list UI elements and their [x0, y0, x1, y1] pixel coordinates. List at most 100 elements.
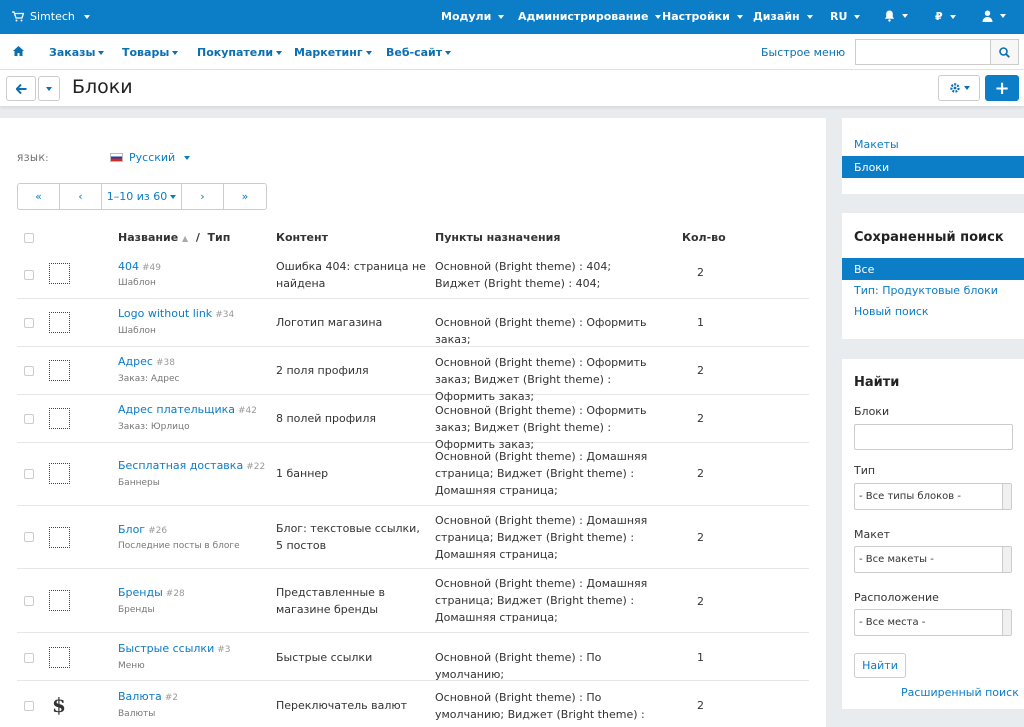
chevron-down-icon	[184, 155, 191, 160]
sidebar-item-blocks[interactable]: Блоки	[842, 156, 1024, 178]
block-name[interactable]: Валюта #2	[118, 690, 178, 703]
menu-administration-label: Администрирование	[518, 10, 649, 23]
block-name-link[interactable]: Адрес	[118, 355, 153, 368]
block-name-link[interactable]: 404	[118, 260, 139, 273]
select-arrow-icon	[1002, 484, 1011, 509]
search-button[interactable]	[991, 39, 1019, 65]
nav-website[interactable]: Веб-сайт	[386, 46, 452, 59]
nav-orders[interactable]: Заказы	[49, 46, 105, 59]
block-content: Ошибка 404: страница не найдена	[276, 260, 426, 290]
nav-website-label: Веб-сайт	[386, 46, 443, 59]
block-name[interactable]: Блог #26	[118, 523, 167, 536]
saved-search-product-blocks[interactable]: Тип: Продуктовые блоки	[854, 284, 998, 297]
block-count: 1	[697, 316, 704, 329]
block-id: #34	[215, 310, 235, 320]
language-selector[interactable]: Русский	[110, 151, 191, 164]
chevron-down-icon	[445, 50, 452, 55]
row-checkbox[interactable]	[24, 532, 34, 542]
column-type-label[interactable]: Тип	[208, 231, 231, 244]
block-destinations: Основной (Bright theme) : Оформить заказ…	[435, 316, 647, 346]
add-block-button[interactable]: +	[985, 75, 1019, 101]
block-name[interactable]: Быстрые ссылки #3	[118, 642, 231, 655]
block-name-link[interactable]: Бесплатная доставка	[118, 459, 243, 472]
block-type: Заказ: Юрлицо	[118, 422, 190, 432]
row-checkbox[interactable]	[24, 596, 34, 606]
user-menu[interactable]	[982, 10, 1006, 22]
currency-menu[interactable]: ₽	[935, 10, 956, 23]
sidebar-item-layouts[interactable]: Макеты	[854, 138, 899, 151]
nav-marketing[interactable]: Маркетинг	[294, 46, 372, 59]
advanced-search-link[interactable]: Расширенный поиск	[901, 686, 1019, 699]
block-name[interactable]: Адрес #38	[118, 355, 175, 368]
chevron-down-icon	[854, 14, 861, 19]
saved-search-new[interactable]: Новый поиск	[854, 305, 929, 318]
language-menu[interactable]: RU	[830, 10, 861, 23]
row-checkbox[interactable]	[24, 469, 34, 479]
table-row: Быстрые ссылки #3 Меню Быстрые ссылки Осн…	[17, 633, 809, 681]
table-row: Бесплатная доставка #22 Баннеры 1 баннер …	[17, 443, 809, 506]
title-bar: Блоки +	[0, 70, 1024, 106]
nav-customers-label: Покупатели	[197, 46, 274, 59]
find-button[interactable]: Найти	[854, 653, 906, 678]
column-header-name[interactable]: Название ▲ / Тип	[118, 231, 230, 244]
menu-administration[interactable]: Администрирование	[518, 10, 662, 23]
block-name-link[interactable]: Валюта	[118, 690, 162, 703]
gear-icon	[949, 83, 960, 93]
block-name-link[interactable]: Адрес плательщика	[118, 403, 235, 416]
column-name-label: Название	[118, 231, 179, 244]
chevron-down-icon	[963, 86, 970, 90]
blocks-search-input[interactable]	[854, 424, 1013, 450]
row-checkbox[interactable]	[24, 270, 34, 280]
quick-menu-link[interactable]: Быстрое меню	[761, 46, 845, 59]
menu-modules-label: Модули	[441, 10, 492, 23]
russia-flag-icon	[110, 153, 123, 162]
home-button[interactable]	[13, 46, 24, 56]
last-page-button[interactable]: »	[224, 184, 266, 209]
settings-dropdown-button[interactable]	[938, 75, 980, 101]
row-checkbox[interactable]	[24, 366, 34, 376]
type-select[interactable]: - Все типы блоков -	[854, 483, 1012, 510]
history-dropdown-button[interactable]	[38, 76, 60, 101]
next-page-button[interactable]: ›	[182, 184, 224, 209]
block-name[interactable]: Бренды #28	[118, 586, 185, 599]
block-name-link[interactable]: Бренды	[118, 586, 163, 599]
saved-search-all[interactable]: Все	[842, 258, 1024, 280]
search-input[interactable]	[855, 39, 991, 65]
select-all-checkbox[interactable]	[24, 233, 34, 243]
currency-symbol: ₽	[935, 10, 943, 23]
menu-modules[interactable]: Модули	[441, 10, 505, 23]
notifications-menu[interactable]	[884, 10, 908, 22]
chevron-down-icon	[98, 50, 105, 55]
block-name[interactable]: Бесплатная доставка #22	[118, 459, 265, 472]
store-switcher[interactable]: Simtech	[12, 10, 90, 23]
back-button[interactable]	[6, 76, 36, 101]
row-checkbox[interactable]	[24, 653, 34, 663]
page-range-dropdown[interactable]: 1–10 из 60	[102, 184, 182, 209]
row-checkbox[interactable]	[24, 318, 34, 328]
menu-settings[interactable]: Настройки	[662, 10, 743, 23]
nav-products[interactable]: Товары	[122, 46, 179, 59]
block-content: 8 полей профиля	[276, 412, 376, 425]
layout-select[interactable]: - Все макеты -	[854, 546, 1012, 573]
pagination: « ‹ 1–10 из 60 › »	[17, 183, 267, 210]
block-name-link[interactable]: Блог	[118, 523, 145, 536]
block-name[interactable]: Адрес плательщика #42	[118, 403, 257, 416]
block-name-link[interactable]: Logo without link	[118, 307, 212, 320]
block-name[interactable]: 404 #49	[118, 260, 161, 273]
block-name[interactable]: Logo without link #34	[118, 307, 234, 320]
row-checkbox[interactable]	[24, 701, 34, 711]
block-template-icon	[49, 312, 70, 333]
location-select[interactable]: - Все места -	[854, 609, 1012, 636]
find-title: Найти	[854, 375, 900, 390]
nav-customers[interactable]: Покупатели	[197, 46, 283, 59]
menu-design[interactable]: Дизайн	[753, 10, 813, 23]
block-name-link[interactable]: Быстрые ссылки	[118, 642, 214, 655]
row-checkbox[interactable]	[24, 414, 34, 424]
prev-page-button[interactable]: ‹	[60, 184, 102, 209]
chevron-down-icon	[170, 194, 177, 199]
chevron-down-icon	[498, 14, 505, 19]
block-count: 2	[697, 467, 704, 480]
language-value: Русский	[129, 151, 176, 164]
first-page-button[interactable]: «	[18, 184, 60, 209]
block-id: #28	[165, 589, 185, 599]
